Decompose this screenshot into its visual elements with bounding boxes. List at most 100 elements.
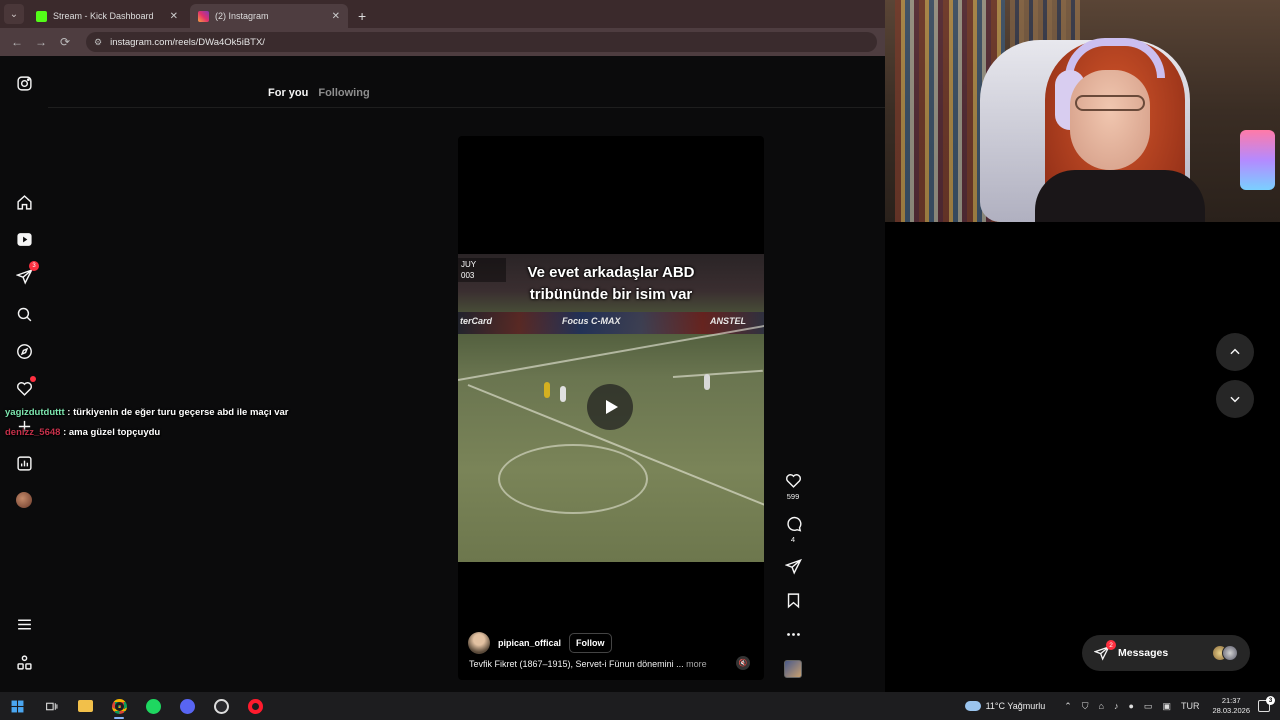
banner-text-right: ANSTEL [710,316,746,326]
description-text: Tevfik Fikret (1867–1915), Servet-i Fünu… [469,659,684,669]
notification-center-icon[interactable]: 3 [1258,696,1275,712]
site-info-icon[interactable]: ⚙ [94,37,102,48]
like-count: 599 [786,492,800,501]
search-icon[interactable] [14,304,34,324]
back-button[interactable]: ← [8,35,26,49]
reel-video[interactable]: terCard Focus C-MAX ANSTEL JUY 003 Ve ev… [458,254,764,562]
battery-icon[interactable]: ▭ [1144,701,1153,712]
streamer-shirt [1035,170,1205,222]
system-tray: 11°C Yağmurlu ⌃ ⛉ ⌂ ♪ ● ▭ ▣ TUR 21:37 28… [964,692,1280,720]
folder-icon [77,700,93,712]
network-icon[interactable]: ⌂ [1099,701,1104,711]
meta-apps-icon[interactable] [14,652,34,672]
file-explorer-button[interactable] [68,692,102,720]
reels-icon[interactable] [14,229,34,249]
discord-button[interactable] [170,692,204,720]
browser-toolbar: ← → ⟳ ⚙ instagram.com/reels/DWa4Ok5iBTX/ [0,28,885,56]
reel-description: Tevfik Fikret (1867–1915), Servet-i Fünu… [469,659,707,669]
author-username[interactable]: pipican_offical [498,638,561,648]
ellipsis-icon [786,633,800,636]
chevron-down-icon [1230,396,1240,403]
language-indicator[interactable]: TUR [1181,701,1200,711]
comment-count: 4 [790,535,796,544]
play-button[interactable] [587,384,633,430]
start-button[interactable] [0,692,34,720]
messages-button[interactable]: 2 Messages [1082,635,1250,671]
tab-kick-dashboard[interactable]: Stream - Kick Dashboard ✕ [28,4,186,28]
feed-tabs-divider [48,107,885,108]
tab-following[interactable]: Following [318,87,369,99]
messages-icon[interactable]: 3 [14,261,39,286]
webcam-feed [885,0,1280,222]
mute-icon[interactable]: 🔇 [736,656,750,670]
messages-badge: 2 [1106,640,1116,650]
tab-close-icon[interactable]: ✕ [170,11,178,22]
show-hidden-icons-icon[interactable]: ⌃ [1064,701,1072,712]
opera-icon [247,698,263,714]
volume-icon[interactable]: ♪ [1114,701,1119,711]
player-figure [560,386,566,402]
menu-icon[interactable] [14,614,34,634]
reload-button[interactable]: ⟳ [56,35,74,49]
heart-icon [785,474,801,488]
player-figure [544,382,550,398]
microphone-icon[interactable]: ● [1128,701,1133,711]
messages-badge: 3 [29,261,39,271]
chat-message: yagizdutduttt : türkiyenin de eğer turu … [5,407,289,418]
next-reel-button[interactable] [1216,380,1254,418]
tab-close-icon[interactable]: ✕ [332,11,340,22]
banner-text-left: terCard [460,316,493,326]
new-tab-button[interactable]: + [358,8,366,24]
avatar [16,492,32,508]
clock[interactable]: 21:37 28.03.2026 [1212,696,1250,716]
display-icon[interactable]: ▣ [1162,701,1171,712]
feed-tabs: For you Following [268,87,370,99]
explore-icon[interactable] [14,341,34,361]
notifications-icon[interactable] [14,376,36,398]
home-icon[interactable] [14,192,34,212]
bookmark-icon [787,593,799,609]
play-icon [606,400,618,414]
like-button[interactable]: 599 [783,472,803,501]
reel-player[interactable]: terCard Focus C-MAX ANSTEL JUY 003 Ve ev… [458,136,764,680]
instagram-logo-icon[interactable] [14,73,34,93]
spotify-button[interactable] [136,692,170,720]
windows-icon [11,700,23,712]
security-icon[interactable]: ⛉ [1082,701,1089,712]
forward-button[interactable]: → [32,35,50,49]
more-options-button[interactable] [783,626,803,643]
instagram-favicon-icon [198,10,209,22]
more-link[interactable]: more [686,659,707,669]
previous-reel-button[interactable] [1216,333,1254,371]
time-text: 21:37 [1221,696,1241,705]
tab-instagram[interactable]: (2) Instagram ✕ [190,4,348,28]
tab-for-you[interactable]: For you [268,87,308,99]
audio-button[interactable] [783,660,803,678]
share-button[interactable] [783,558,803,575]
follow-button[interactable]: Follow [569,633,612,653]
author-avatar[interactable] [468,632,490,654]
kick-favicon-icon [36,10,47,22]
caption-line: tribününde bir isim var [529,286,693,303]
reel-author: pipican_offical Follow [468,632,612,654]
obs-button[interactable] [204,692,238,720]
address-bar[interactable]: ⚙ instagram.com/reels/DWa4Ok5iBTX/ [86,32,877,52]
dashboard-icon[interactable] [14,453,34,473]
chat-text: : türkiyenin de eğer turu geçerse abd il… [67,407,289,418]
tab-label: (2) Instagram [215,11,269,21]
profile-avatar[interactable] [14,490,34,510]
sidebar-nav: 3 [0,56,48,692]
save-button[interactable] [783,592,803,609]
comment-button[interactable]: 4 [783,515,803,544]
message-avatars [1212,645,1238,661]
weather-widget[interactable]: 11°C Yağmurlu [964,701,1045,711]
browser-tab-bar: ⌄ Stream - Kick Dashboard ✕ (2) Instagra… [0,0,885,28]
opera-button[interactable] [238,692,272,720]
audio-thumbnail [784,660,802,678]
caption-line: Ve evet arkadaşlar ABD [527,264,695,281]
video-caption: Ve evet arkadaşlar ABD tribününde bir is… [458,262,764,306]
task-view-button[interactable] [34,692,68,720]
tab-search-button[interactable]: ⌄ [4,4,24,24]
pitch-circle [498,444,648,514]
chrome-button[interactable] [102,692,136,720]
